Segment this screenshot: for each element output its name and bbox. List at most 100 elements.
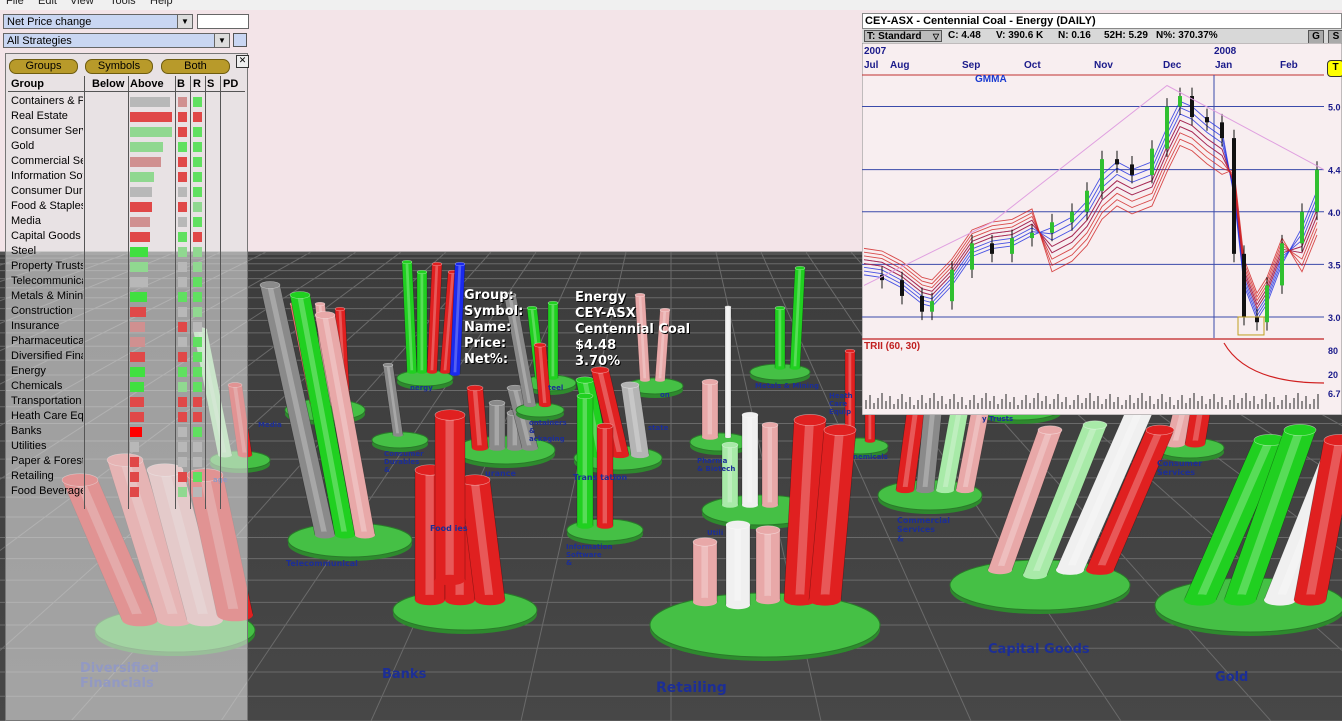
b-indicator <box>178 157 187 167</box>
chevron-down-icon[interactable]: ▼ <box>214 34 229 47</box>
group-row[interactable]: Transportation <box>9 394 245 409</box>
sector-label[interactable]: Metals & Mining <box>755 382 819 390</box>
chevron-down-icon[interactable]: ▼ <box>177 15 192 28</box>
group-row[interactable]: Steel <box>9 244 245 259</box>
group-row[interactable]: Chemicals <box>9 379 245 394</box>
symbols-button[interactable]: Symbols <box>85 59 153 74</box>
candle-body <box>1205 117 1209 123</box>
header-above[interactable]: Above <box>130 78 164 90</box>
sector-label[interactable]: Retailing <box>656 680 727 696</box>
group-row[interactable]: Property Trusts <box>9 259 245 274</box>
sector-label[interactable]: Banks <box>382 667 427 682</box>
header-s[interactable]: S <box>207 78 214 90</box>
group-name: Property Trusts <box>11 260 83 272</box>
group-row[interactable]: Energy <box>9 364 245 379</box>
cylinder-top <box>1283 424 1317 436</box>
group-row[interactable]: Banks <box>9 424 245 439</box>
sector-label[interactable]: urance <box>485 469 516 478</box>
menu-help[interactable]: Help <box>150 0 173 7</box>
tooltip-value-group: Energy <box>575 290 627 305</box>
group-name: Consumer Dura <box>11 185 83 197</box>
header-group[interactable]: Group <box>11 78 44 90</box>
price-chart-window[interactable]: CEY-ASX - Centennial Coal - Energy (DAIL… <box>862 13 1342 415</box>
group-row[interactable]: Insurance <box>9 319 245 334</box>
template-select[interactable]: T: Standard ▽ <box>864 30 942 42</box>
chart-title[interactable]: CEY-ASX - Centennial Coal - Energy (DAIL… <box>862 13 1342 29</box>
menu-tools[interactable]: Tools <box>110 0 136 7</box>
group-row[interactable]: Pharmaceutica <box>9 334 245 349</box>
sector-label[interactable]: state <box>648 424 669 432</box>
group-row[interactable]: Metals & Mining <box>9 289 245 304</box>
cylinder-top <box>382 362 394 368</box>
menu-file[interactable]: File <box>6 0 24 7</box>
r-indicator <box>193 427 202 437</box>
group-row[interactable]: Real Estate <box>9 109 245 124</box>
cylinder-base <box>548 376 558 380</box>
sector-label[interactable]: nergy <box>410 384 433 392</box>
sector-platform[interactable] <box>396 259 466 390</box>
group-bar <box>130 202 152 212</box>
cylinder-base <box>597 523 613 529</box>
both-button[interactable]: Both <box>161 59 230 74</box>
menu-edit[interactable]: Edit <box>38 0 57 7</box>
b-indicator <box>178 277 187 287</box>
cylinder-highlight <box>727 445 732 505</box>
group-bar <box>130 112 172 122</box>
cylinder-base <box>407 370 417 374</box>
sector-label[interactable]: Trans tation <box>573 473 627 482</box>
cylinder-base <box>722 502 738 508</box>
price-chart[interactable]: 2007 2008 Jul Aug Sep Oct Nov Dec Jan Feb 5.0 4.4 4.… <box>862 43 1342 415</box>
close-icon[interactable]: ✕ <box>236 55 249 68</box>
cylinder-base <box>440 370 450 374</box>
candle-body <box>1100 159 1104 191</box>
group-row[interactable]: Food & Staples <box>9 199 245 214</box>
group-row[interactable]: Retailing <box>9 469 245 484</box>
group-row[interactable]: Food Beverage <box>9 484 245 499</box>
t-badge[interactable]: T <box>1327 60 1342 77</box>
sector-label[interactable]: Gold <box>1215 670 1248 685</box>
header-b[interactable]: B <box>177 78 185 90</box>
group-row[interactable]: Heath Care Equ <box>9 409 245 424</box>
sector-label[interactable]: Media <box>258 421 282 429</box>
strategy-options-icon[interactable] <box>233 33 247 47</box>
group-row[interactable]: Consumer Serv <box>9 124 245 139</box>
sector-label[interactable]: Capital Goods <box>988 642 1090 657</box>
header-below[interactable]: Below <box>92 78 124 90</box>
strategy-select[interactable]: All Strategies ▼ <box>3 33 230 48</box>
menu-view[interactable]: View <box>70 0 94 7</box>
s-button[interactable]: S <box>1328 30 1342 44</box>
r-indicator <box>193 217 202 227</box>
month-label: Sep <box>962 60 980 71</box>
sector-label[interactable]: y Trusts <box>982 415 1013 423</box>
metric-select[interactable]: Net Price change ▼ <box>3 14 193 29</box>
group-row[interactable]: Diversified Fina <box>9 349 245 364</box>
header-pd[interactable]: PD <box>223 78 238 90</box>
sector-label[interactable]: on <box>660 391 670 399</box>
group-row[interactable]: Construction <box>9 304 245 319</box>
sector-label[interactable]: Utili <box>707 529 723 537</box>
sector-label[interactable]: teel <box>548 384 563 392</box>
price-tick: 5.0 <box>1328 103 1341 113</box>
group-row[interactable]: Telecommunica <box>9 274 245 289</box>
sector-label[interactable]: Telecommunical <box>286 559 358 568</box>
group-row[interactable]: Media <box>9 214 245 229</box>
groups-button[interactable]: Groups <box>9 59 78 74</box>
g-button[interactable]: G <box>1308 30 1324 44</box>
group-row[interactable]: Gold <box>9 139 245 154</box>
sector-label[interactable]: nemicals <box>853 453 888 461</box>
group-name: Commercial Ser <box>11 155 83 167</box>
cylinder-base <box>896 486 914 494</box>
group-row[interactable]: Paper & Forest <box>9 454 245 469</box>
metric-input[interactable] <box>197 14 249 29</box>
sector-label[interactable]: Food ies <box>430 524 468 533</box>
group-row[interactable]: Capital Goods <box>9 229 245 244</box>
group-row[interactable]: Consumer Dura <box>9 184 245 199</box>
metric-select-value: Net Price change <box>7 16 92 28</box>
group-row[interactable]: Information Sof <box>9 169 245 184</box>
header-r[interactable]: R <box>193 78 201 90</box>
r-indicator <box>193 337 202 347</box>
group-row[interactable]: Containers & Pa <box>9 94 245 109</box>
b-indicator <box>178 127 187 137</box>
group-row[interactable]: Commercial Ser <box>9 154 245 169</box>
group-row[interactable]: Utilities <box>9 439 245 454</box>
